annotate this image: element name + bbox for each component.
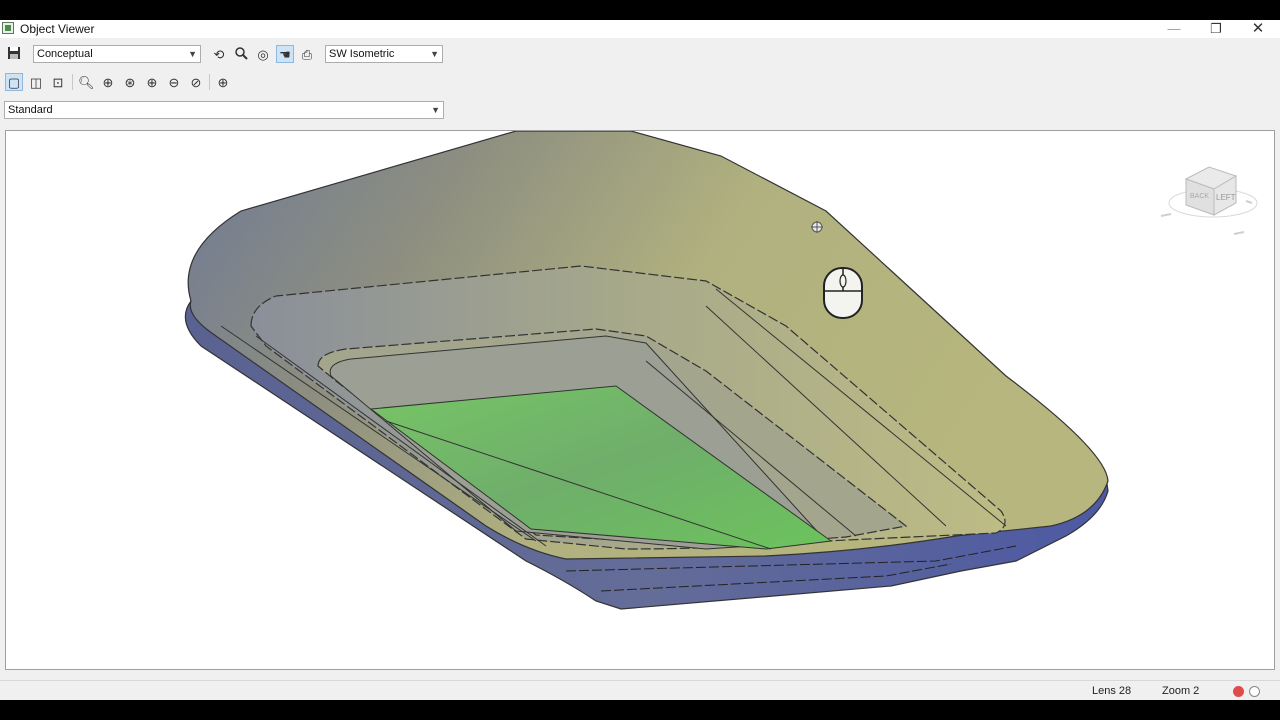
parallel-projection-button[interactable]: ▢ (5, 73, 23, 91)
zoom-extents-icon: ⊛ (124, 75, 136, 90)
zoom-icon (235, 47, 248, 60)
app-icon (2, 22, 14, 34)
toolbar-separator (209, 74, 210, 90)
zoom-previous-button[interactable]: ⊘ (187, 73, 205, 91)
letterbox-top (0, 0, 1280, 20)
3d-viewport[interactable]: LEFT BACK (5, 130, 1275, 670)
viewcube-back-label: BACK (1190, 193, 1209, 200)
title-bar: Object Viewer — ❐ ✕ (0, 20, 1280, 38)
swivel-icon: ⊡ (52, 75, 64, 90)
view-preset-dropdown[interactable]: SW Isometric ▼ (325, 45, 443, 63)
zoom-realtime-button[interactable]: 🔍︎ (77, 73, 95, 91)
zoom-out-button[interactable]: ⊖ (165, 73, 183, 91)
toolbar-separator (72, 74, 73, 90)
status-bar: Lens 28 Zoom 2 (0, 680, 1280, 700)
zoom-previous-icon: ⊘ (190, 75, 202, 90)
free-orbit-icon: ◎ (257, 47, 269, 62)
record-indicator-icon[interactable] (1233, 686, 1244, 697)
free-orbit-button[interactable]: ◎ (254, 45, 272, 63)
camera-button[interactable]: ⎙ (298, 45, 316, 63)
mouse-icon (823, 267, 863, 319)
cube-perspective-icon: ◫ (29, 75, 43, 90)
restore-button[interactable]: ❐ (1194, 20, 1238, 38)
chevron-down-icon: ▼ (188, 49, 197, 59)
zoom-tool-button[interactable] (232, 45, 250, 63)
minimize-button[interactable]: — (1152, 20, 1196, 38)
object-viewer-window: Object Viewer — ❐ ✕ Conceptual ▼ ⟲ ◎ ☚ ⎙… (0, 20, 1280, 700)
perspective-projection-button[interactable]: ◫ (27, 73, 45, 91)
visual-style-dropdown[interactable]: Conceptual ▼ (33, 45, 201, 63)
ucs-value: Standard (8, 104, 53, 116)
chevron-down-icon: ▼ (431, 105, 440, 115)
zoom-in-icon: ⊕ (146, 75, 158, 90)
view-preset-value: SW Isometric (329, 48, 395, 60)
zoom-readout: Zoom 2 (1162, 685, 1200, 697)
camera-icon: ⎙ (301, 47, 313, 62)
pan-hand-icon: ☚ (279, 47, 291, 62)
orbit-icon: ⟲ (213, 47, 225, 62)
zoom-window-icon: ⊕ (102, 75, 114, 90)
zoom-window-button[interactable]: ⊕ (99, 73, 117, 91)
pit-model: LEFT BACK (184, 131, 1258, 610)
pan-tool-button[interactable]: ☚ (276, 45, 294, 63)
viewcube-left-label: LEFT (1216, 193, 1236, 202)
window-title: Object Viewer (20, 22, 95, 36)
save-icon (8, 47, 20, 59)
zoom-in-button[interactable]: ⊕ (143, 73, 161, 91)
close-button[interactable]: ✕ (1236, 20, 1280, 38)
save-button[interactable] (5, 45, 23, 63)
zoom-realtime-icon: 🔍︎ (78, 75, 95, 90)
lens-readout: Lens 28 (1092, 685, 1132, 697)
orbit-tool-button[interactable]: ⟲ (210, 45, 228, 63)
cube-parallel-icon: ▢ (7, 75, 21, 90)
letterbox-bottom (0, 700, 1280, 720)
ucs-dropdown[interactable]: Standard ▼ (4, 101, 444, 119)
swivel-button[interactable]: ⊡ (49, 73, 67, 91)
crosshair-icon: ⊕ (217, 75, 229, 90)
zoom-extents-button[interactable]: ⊛ (121, 73, 139, 91)
chevron-down-icon: ▼ (430, 49, 439, 59)
zoom-out-icon: ⊖ (168, 75, 180, 90)
visual-style-value: Conceptual (37, 48, 93, 60)
viewcube[interactable]: LEFT BACK (1160, 166, 1258, 235)
ucs-icon-toggle-button[interactable]: ⊕ (214, 73, 232, 91)
status-toggle-icon[interactable] (1249, 686, 1260, 697)
